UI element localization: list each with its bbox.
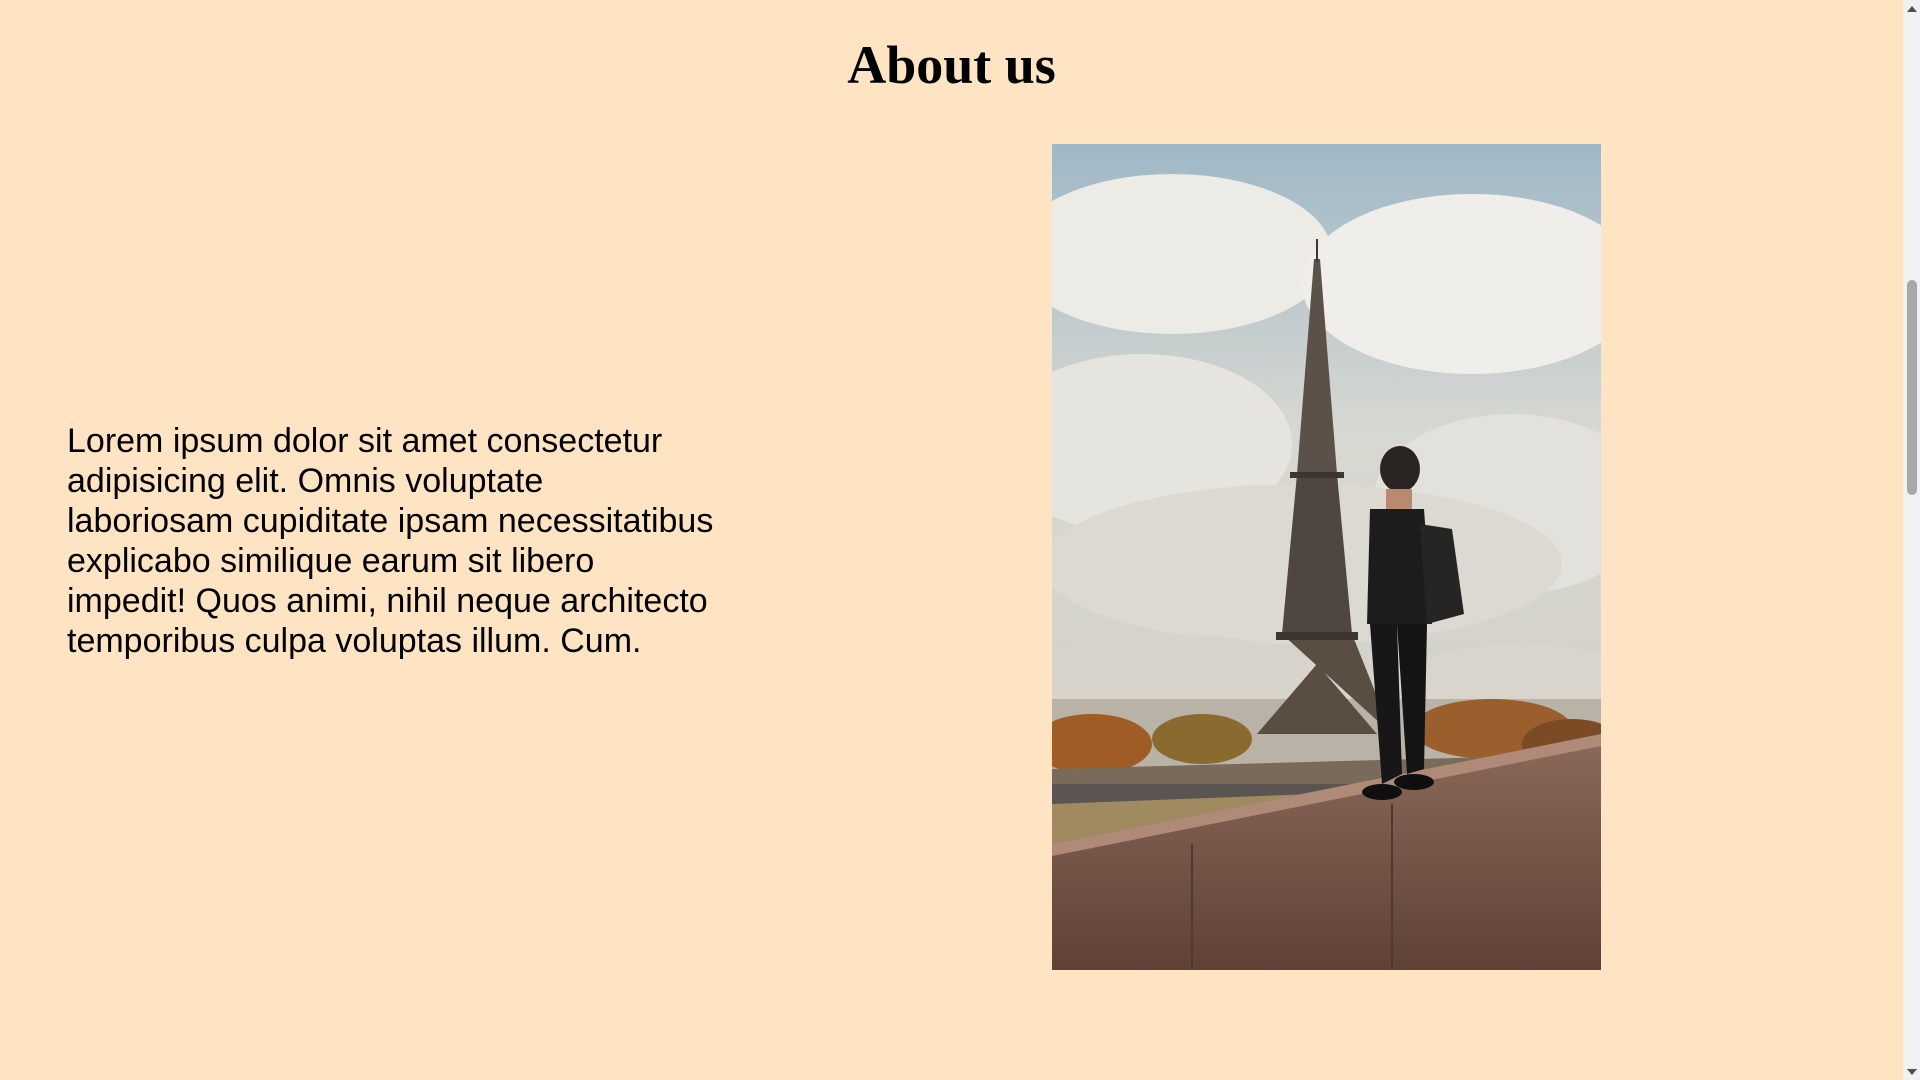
vertical-scrollbar[interactable] xyxy=(1903,0,1920,1080)
arrow-down-icon xyxy=(1906,1068,1917,1075)
arrow-up-icon xyxy=(1906,5,1917,12)
scroll-thumb[interactable] xyxy=(1907,280,1917,495)
scroll-up-button[interactable] xyxy=(1903,0,1920,17)
photo-icon xyxy=(1052,144,1601,970)
about-paragraph: Lorem ipsum dolor sit amet consectetur a… xyxy=(67,422,714,660)
eiffel-tower-photo xyxy=(1052,144,1601,970)
scroll-down-button[interactable] xyxy=(1903,1063,1920,1080)
about-page: About us Lorem ipsum dolor sit amet cons… xyxy=(0,0,1903,1080)
page-title: About us xyxy=(847,35,1056,95)
